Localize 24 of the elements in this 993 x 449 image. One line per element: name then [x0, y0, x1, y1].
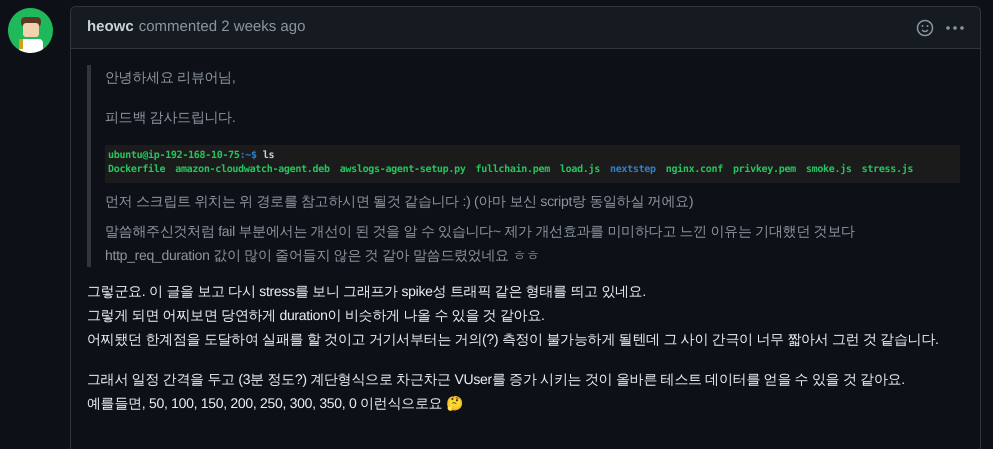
terminal-path: :~$ [240, 149, 257, 163]
comment-time: commented 2 weeks ago [138, 17, 306, 38]
author-name[interactable]: heowc [87, 16, 134, 39]
comment-text: 그렇군요. 이 글을 보고 다시 stress를 보니 그래프가 spike성 트래픽 같은 형태를 띄고 있네요. 그렇게 되면 어찌보면 당연하게 duration이 비슷하게 나올 수 있을 것 같아요. 어찌됐던 한계점을 도달하여 실패를 할 것이고 거기서부터는 거의(?) 측정이 불가능하게 될텐데 그 사이 간극이 너무 짧아서 그런 것 같습니다. [87, 282, 939, 349]
file-name: Dockerfile [108, 163, 166, 177]
more-icon[interactable] [946, 26, 964, 30]
comment-text: 그래서 일정 간격을 두고 (3분 정도?) 계단형식으로 차근차근 VUser를 증가 시키는 것이 올바른 테스트 데이터를 얻을 수 있을 것 같아요. 예를들면, 50, 100, 150, 200, 250, 300, 350, 0 이런식으로요 🤔 [87, 370, 905, 413]
file-name: amazon-cloudwatch-agent.deb [175, 163, 330, 177]
terminal-command: ls [262, 149, 274, 163]
file-name: awslogs-agent-setup.py [340, 163, 466, 177]
avatar[interactable] [8, 8, 53, 53]
quote-text: 안녕하세요 리뷰어님, [105, 68, 236, 87]
file-name: nextstep [610, 163, 656, 177]
file-name: load.js [560, 163, 600, 177]
quote-text: 피드백 감사드립니다. [105, 108, 236, 127]
smiley-icon[interactable] [916, 18, 934, 36]
quote-text: 먼저 스크립트 위치는 위 경로를 참고하시면 될것 같습니다 :) (아마 보신 script랑 동일하실 꺼에요) [105, 192, 694, 211]
terminal-prompt: ubuntu@ip-192-168-10-75 [108, 149, 240, 163]
file-name: stress.js [862, 163, 914, 177]
file-name: nginx.conf [666, 163, 723, 177]
file-name: smoke.js [806, 163, 852, 177]
file-name: privkey.pem [732, 163, 796, 177]
quote-text: 말씀해주신것처럼 fail 부분에서는 개선이 된 것을 알 수 있습니다~ 제가 개선효과를 미미하다고 느낀 이유는 기대했던 것보다 http_req_duration 값이 많이 줄어들지 않은 것 같아 말씀드렸었네요 ㅎㅎ [105, 222, 856, 265]
file-name: fullchain.pem [476, 163, 550, 177]
